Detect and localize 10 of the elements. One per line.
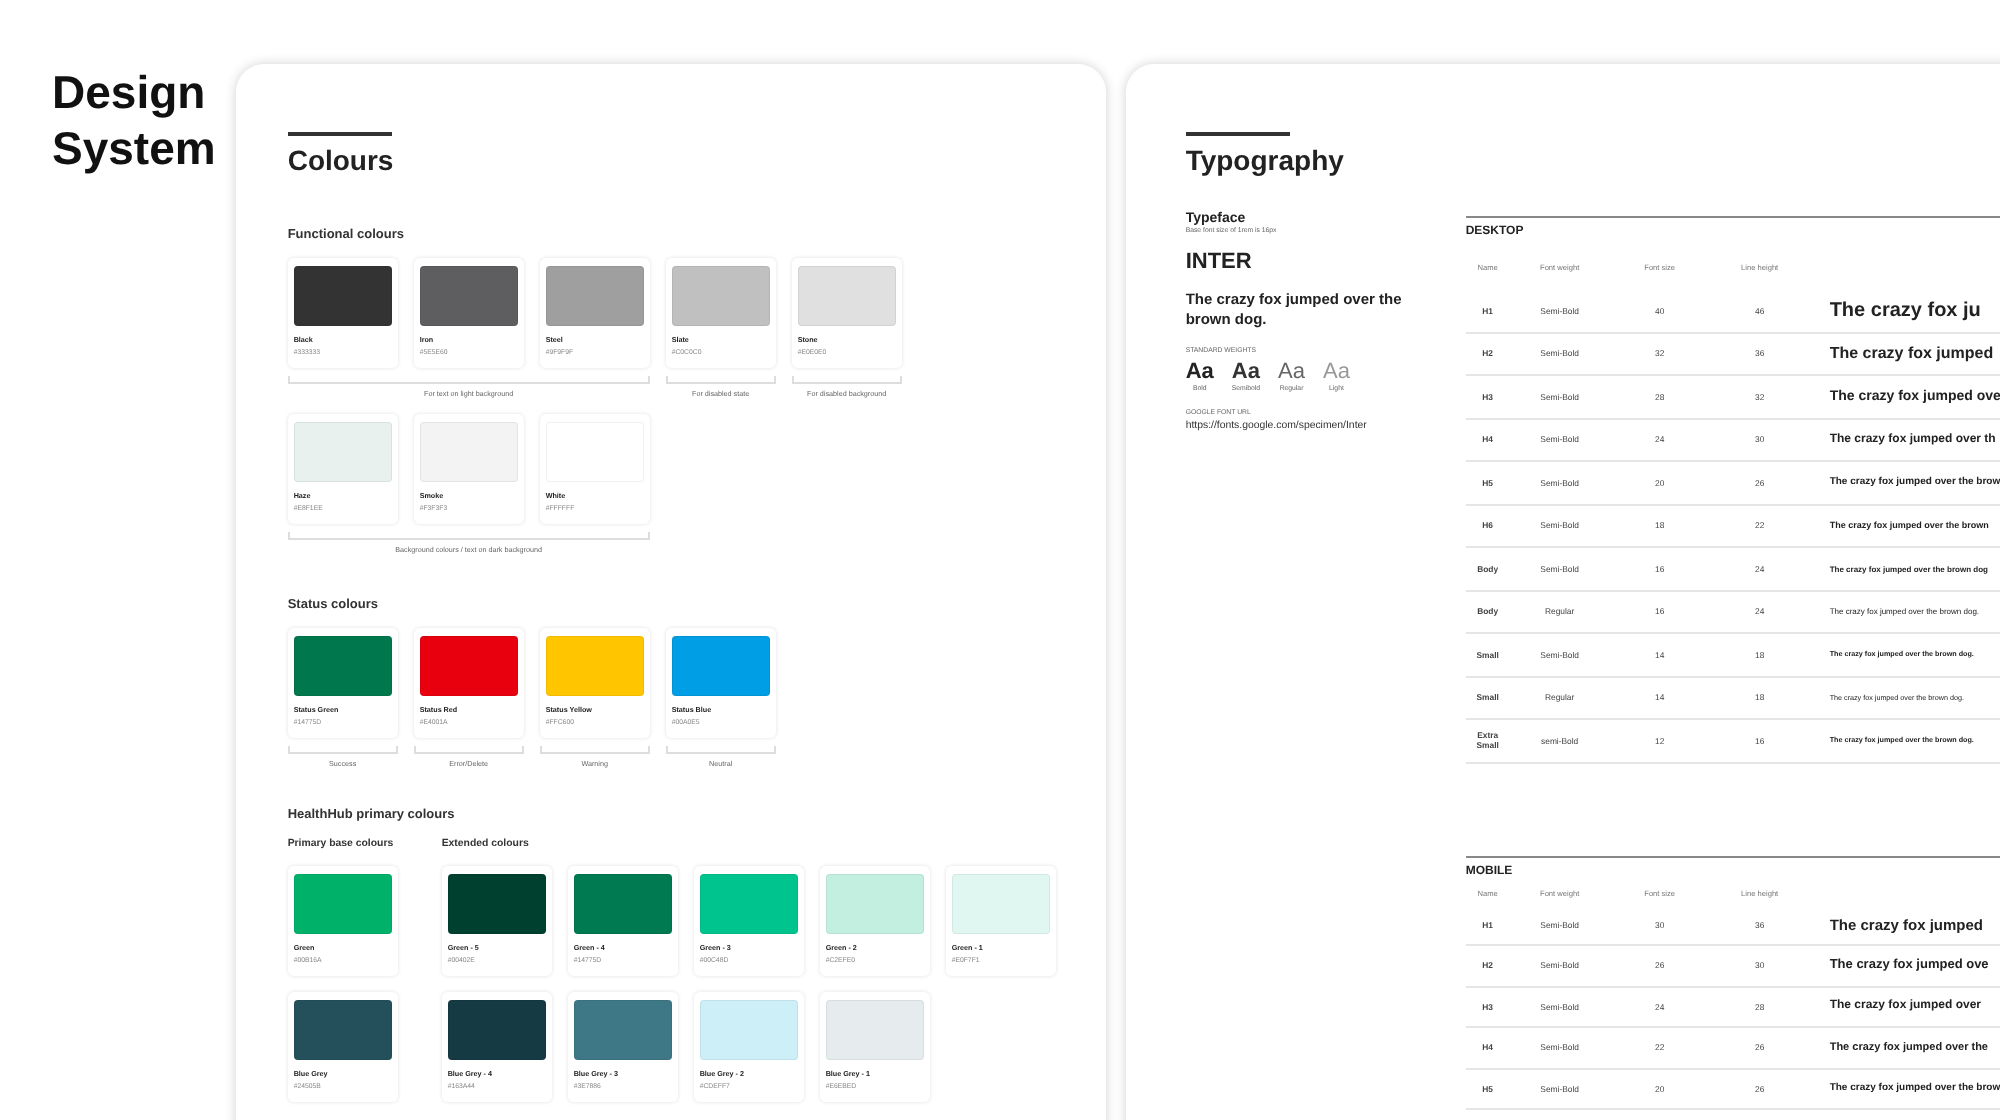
weight-sample: Aa <box>1185 360 1214 384</box>
font-name: INTER <box>1185 250 1254 274</box>
weight-sample: Aa <box>1231 360 1260 384</box>
section-title: Colours <box>287 144 396 176</box>
weight-sample: Aa <box>1323 360 1350 384</box>
section-title: Typography <box>1185 144 1346 176</box>
weight-sample: Aa <box>1278 360 1305 384</box>
page-title: Design System <box>52 66 216 174</box>
type-sample: The crazy fox jumped <box>1829 344 1994 363</box>
type-sample: The crazy fox ju <box>1829 299 1981 322</box>
